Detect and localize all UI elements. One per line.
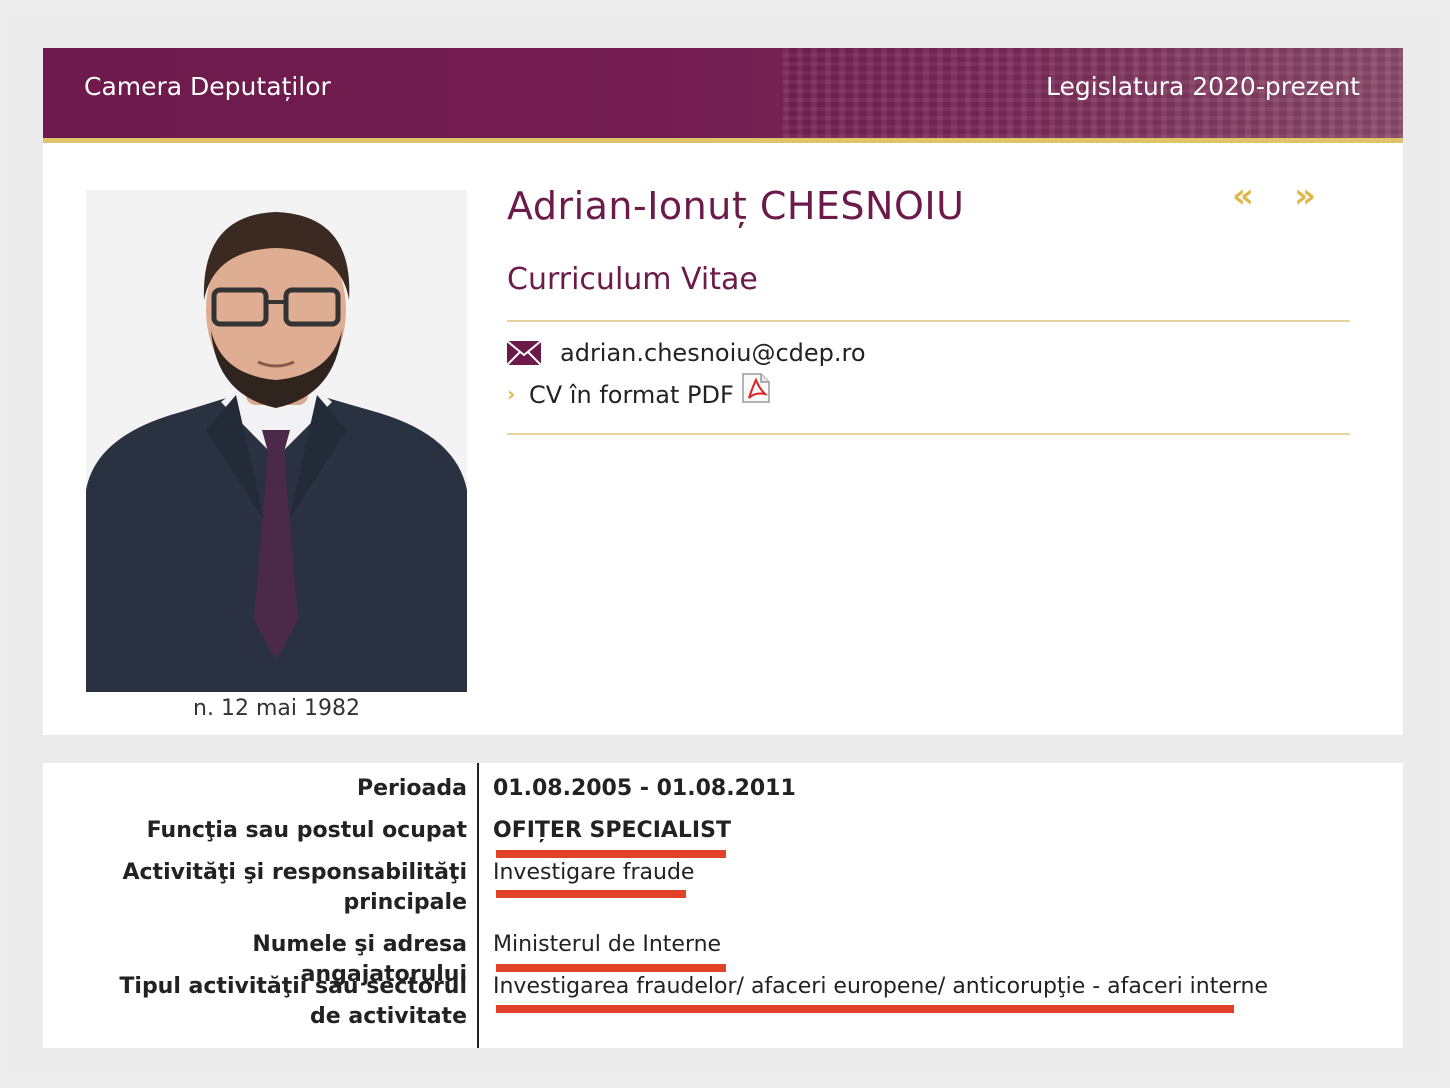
site-title[interactable]: Camera Deputaților <box>84 72 331 101</box>
highlight-underline <box>496 850 726 858</box>
label-activities: Activităţi şi responsabilităţi principal… <box>122 860 467 915</box>
label-sector: Tipul activităţii sau sectorul de activi… <box>119 974 467 1029</box>
prev-icon[interactable]: « <box>1232 176 1254 216</box>
chevron-right-icon: › <box>507 382 516 406</box>
highlight-underline <box>496 890 686 898</box>
pdf-icon[interactable] <box>741 372 771 404</box>
email-link[interactable]: adrian.chesnoiu@cdep.ro <box>560 339 866 367</box>
details-separator <box>477 763 479 1048</box>
legislature-label[interactable]: Legislatura 2020-prezent <box>1046 72 1360 101</box>
value-position: OFIȚER SPECIALIST <box>493 818 731 843</box>
label-period: Perioada <box>357 776 467 801</box>
highlight-underline <box>496 1005 1234 1013</box>
envelope-icon <box>507 341 541 365</box>
next-icon[interactable]: » <box>1294 176 1316 216</box>
cv-pdf-link[interactable]: CV în format PDF <box>529 381 734 409</box>
portrait-photo <box>86 190 467 692</box>
highlight-underline <box>496 964 726 972</box>
birth-date: n. 12 mai 1982 <box>193 696 360 721</box>
divider-bottom <box>507 433 1350 435</box>
divider-top <box>507 320 1350 322</box>
portrait-illustration <box>86 190 467 692</box>
deputy-name: Adrian-Ionuț CHESNOIU <box>507 184 965 228</box>
value-sector: Investigarea fraudelor/ afaceri europene… <box>493 974 1269 999</box>
value-period: 01.08.2005 - 01.08.2011 <box>493 776 796 801</box>
value-employer: Ministerul de Interne <box>493 932 722 957</box>
cv-subtitle: Curriculum Vitae <box>507 262 758 297</box>
label-position: Funcţia sau postul ocupat <box>146 818 467 843</box>
value-activities: Investigare fraude <box>493 860 695 885</box>
